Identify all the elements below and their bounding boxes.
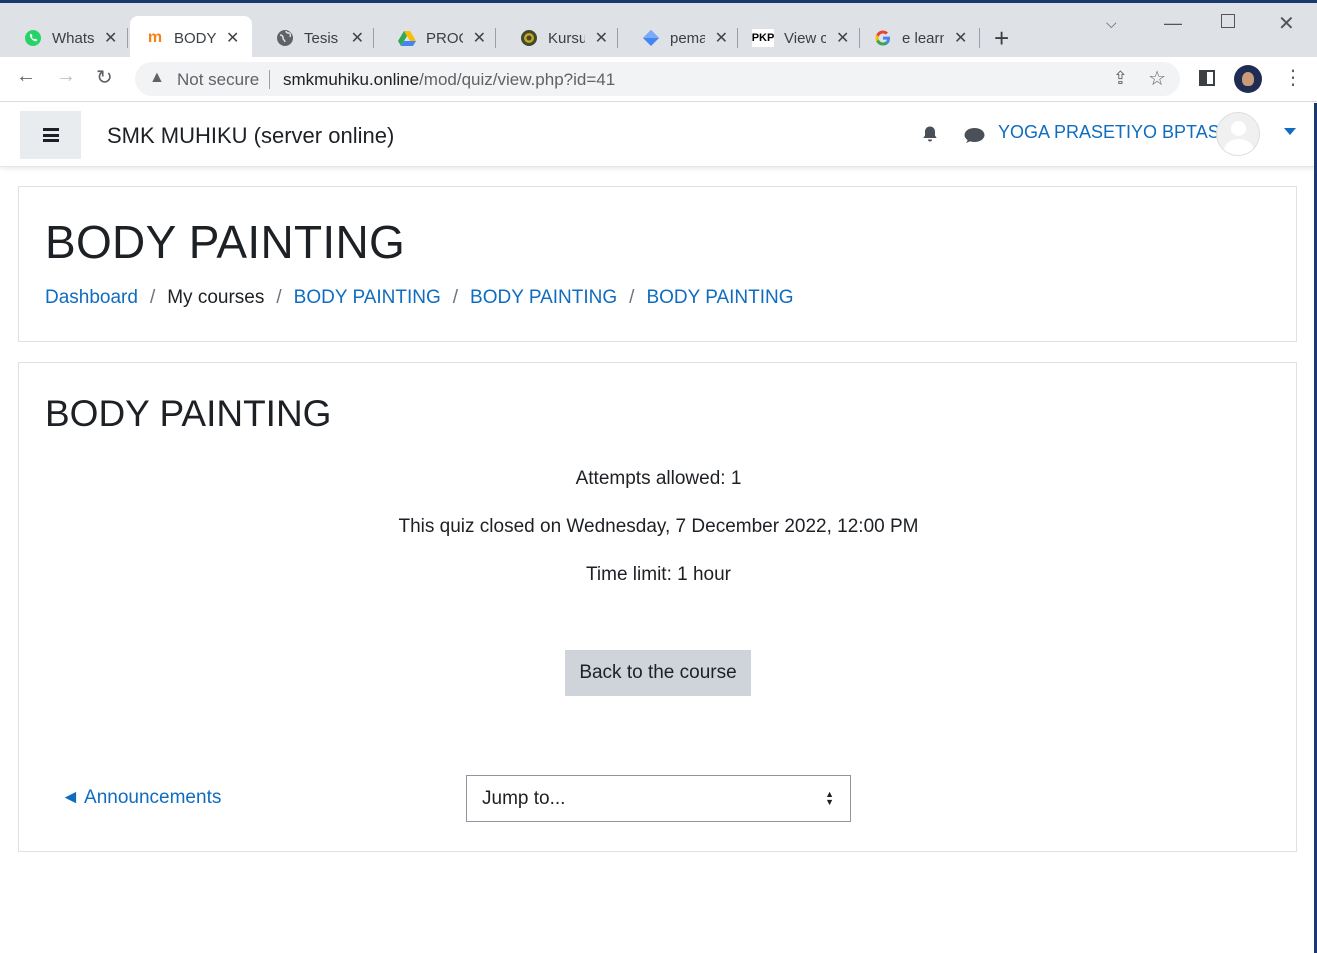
breadcrumb-activity[interactable]: BODY PAINTING [646,287,793,309]
profile-avatar[interactable] [1234,65,1262,93]
close-tab-icon[interactable]: ✕ [715,28,728,48]
tab-title: pemar [670,29,705,47]
breadcrumb: Dashboard / My courses / BODY PAINTING /… [45,287,794,309]
breadcrumb-separator: / [629,287,635,308]
breadcrumb-course[interactable]: BODY PAINTING [294,287,441,309]
tab-e-learning[interactable]: e learning ✕ [860,16,980,60]
back-to-course-button[interactable]: Back to the course [565,650,751,696]
caret-down-icon[interactable] [1284,128,1296,135]
quiz-region: BODY PAINTING Attempts allowed: 1 This q… [18,362,1297,852]
breadcrumb-separator: / [452,287,459,308]
warning-icon[interactable]: ▲ [149,69,165,87]
breadcrumb-dashboard[interactable]: Dashboard [45,287,138,309]
close-tab-icon[interactable]: ✕ [473,28,486,48]
quiz-title: BODY PAINTING [45,393,332,434]
back-icon[interactable]: ← [16,65,36,88]
reload-icon[interactable]: ↻ [96,65,113,90]
user-name[interactable]: YOGA PRASETIYO BPTAS1 [998,122,1230,143]
time-limit: Time limit: 1 hour [586,564,731,585]
google-icon [874,29,892,47]
select-arrows-icon: ▲ ▼ [825,789,834,807]
close-tab-icon[interactable]: ✕ [836,28,849,48]
jump-to-select[interactable]: Jump to... ▲ ▼ [466,775,851,822]
google-drive-icon [398,29,416,47]
bookmark-star-icon[interactable]: ☆ [1148,66,1166,91]
close-tab-icon[interactable]: ✕ [954,28,967,48]
tab-body-painting[interactable]: m BODY PAINTING ✕ [130,16,252,60]
tab-title: PROGRAM [426,29,463,47]
globe-icon [276,29,294,47]
breadcrumb-separator: / [149,287,156,308]
tab-title: WhatsApp [52,29,94,47]
menu-kebab-icon[interactable]: ⋮ [1283,65,1303,90]
close-tab-icon[interactable]: ✕ [226,28,239,48]
user-avatar[interactable] [1216,112,1260,156]
breadcrumb-my-courses: My courses [167,287,265,308]
tab-pemar[interactable]: pemar ✕ [618,16,738,60]
tab-title: e learning [902,29,944,47]
forward-icon[interactable]: → [56,65,76,88]
url-text[interactable]: smkmuhiku.online/mod/quiz/view.php?id=41 [283,70,615,90]
attempts-allowed: Attempts allowed: 1 [575,468,742,489]
tab-kursus[interactable]: Kursus ✕ [496,16,618,60]
whatsapp-icon [24,29,42,47]
tab-separator [979,28,980,48]
drawer-toggle-button[interactable] [20,111,81,159]
breadcrumb-section[interactable]: BODY PAINTING [470,287,617,309]
minimize-icon[interactable]: — [1164,13,1182,34]
new-tab-button[interactable]: + [994,23,1009,54]
url-domain: smkmuhiku.online [283,70,420,89]
share-icon[interactable]: ⇪ [1113,68,1128,89]
security-label[interactable]: Not secure [177,70,259,90]
page-title: BODY PAINTING [45,216,406,268]
tab-title: Tesis Ir [304,29,341,47]
browser-tab-strip: WhatsApp ✕ m BODY PAINTING ✕ Tesis Ir ✕ … [0,0,1317,60]
browser-toolbar: ← → ↻ ▲ Not secure smkmuhiku.online/mod/… [0,57,1317,102]
maximize-icon[interactable] [1221,14,1235,28]
side-panel-icon[interactable] [1199,70,1215,86]
close-tab-icon[interactable]: ✕ [351,28,364,48]
tab-title: View c [784,29,826,47]
address-divider [269,70,270,89]
tab-tesis[interactable]: Tesis Ir ✕ [252,16,374,60]
site-navbar: SMK MUHIKU (server online) YOGA PRASETIY… [0,103,1317,167]
url-path: /mod/quiz/view.php?id=41 [419,70,616,89]
bell-icon[interactable] [921,125,939,143]
tab-whatsapp[interactable]: WhatsApp ✕ [0,16,128,60]
tab-search-icon[interactable]: ⌵ [1106,15,1117,32]
close-window-icon[interactable]: ✕ [1278,11,1295,36]
moodle-icon: m [147,29,163,46]
prev-activity-link[interactable]: ◄ Announcements [61,787,221,809]
close-tab-icon[interactable]: ✕ [595,28,608,48]
pkp-icon: PKP [752,29,774,47]
tab-separator [127,28,128,48]
close-tab-icon[interactable]: ✕ [104,28,117,48]
site-name[interactable]: SMK MUHIKU (server online) [107,123,394,149]
tab-program[interactable]: PROGRAM ✕ [374,16,496,60]
jump-to-value: Jump to... [482,788,566,809]
quiz-closed-date: This quiz closed on Wednesday, 7 Decembe… [398,516,919,537]
tab-view[interactable]: PKP View c ✕ [738,16,860,60]
breadcrumb-separator: / [276,287,282,308]
hamburger-icon [42,128,59,142]
university-seal-icon [520,29,538,47]
diamond-icon [642,29,660,47]
tab-title: Kursus [548,29,585,47]
tab-title: BODY PAINTING [174,29,216,47]
page-header: BODY PAINTING Dashboard / My courses / B… [18,186,1297,342]
messages-icon[interactable] [963,127,985,144]
address-bar[interactable]: ▲ Not secure smkmuhiku.online/mod/quiz/v… [135,62,1180,96]
